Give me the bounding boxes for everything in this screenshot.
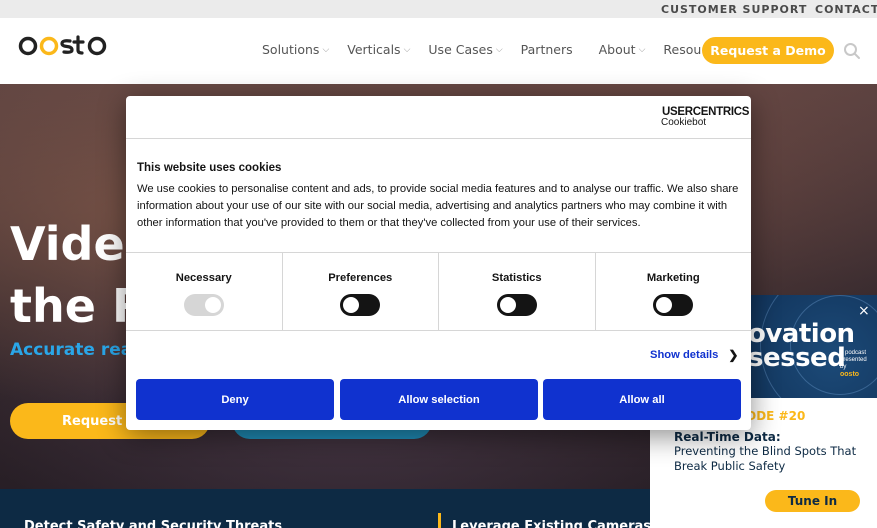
main-nav: Solutions ⌵ Verticals ⌵ Use Cases ⌵ Partner… [262,42,755,57]
category-preferences: Preferences [283,253,439,330]
nav-item-verticals[interactable]: Verticals ⌵ [347,42,410,57]
banner-title-line2: sessed [748,343,846,373]
chevron-down-icon: ⌵ [495,44,503,55]
category-necessary: Necessary [126,253,283,330]
necessary-toggle [183,294,224,316]
close-icon[interactable]: × [858,303,870,319]
episode-description: Preventing the Blind Spots That Break Pu… [674,444,857,473]
tune-in-button[interactable]: Tune In [765,490,860,512]
category-marketing: Marketing [596,253,752,330]
preferences-toggle[interactable] [340,294,381,316]
statistics-toggle[interactable] [496,294,537,316]
podcast-badge: a podcast presented by oosto [840,350,867,378]
episode-title: Real-Time Data: [674,430,781,444]
chevron-down-icon: ⌵ [638,44,646,55]
usercentrics-logo[interactable]: USERCENTRICS Cookiebot [660,106,749,128]
request-demo-button[interactable]: Request a Demo [702,37,834,64]
cookie-categories: Necessary Preferences Statistics Marketi… [126,252,751,331]
nav-item-partners[interactable]: Partners [521,42,573,57]
allow-all-button[interactable]: Allow all [543,379,741,420]
feature-band: Detect Safety and Security Threats Lever… [0,489,652,528]
site-header: Solutions ⌵ Verticals ⌵ Use Cases ⌵ Partner… [0,18,877,84]
feature-divider [438,513,441,528]
show-details-link[interactable]: Show details ❯ [650,348,738,362]
nav-item-use-cases[interactable]: Use Cases ⌵ [428,42,502,57]
category-statistics: Statistics [439,253,596,330]
deny-button[interactable]: Deny [136,379,334,420]
dialog-title: This website uses cookies [137,162,282,174]
hero-title-line1: Vide [10,217,125,271]
customer-support-link[interactable]: CUSTOMER SUPPORT [661,3,807,16]
search-icon[interactable] [843,42,861,60]
chevron-right-icon: ❯ [728,348,739,362]
marketing-toggle[interactable] [653,294,694,316]
allow-selection-button[interactable]: Allow selection [340,379,538,420]
nav-item-solutions[interactable]: Solutions ⌵ [262,42,329,57]
dialog-header: USERCENTRICS Cookiebot [126,96,751,139]
utility-bar: CUSTOMER SUPPORT CONTACT [0,0,877,18]
chevron-down-icon: ⌵ [322,44,330,55]
contact-link[interactable]: CONTACT [815,3,877,16]
hero-subtitle: Accurate rea [10,340,133,360]
cookie-consent-dialog: USERCENTRICS Cookiebot This website uses… [126,96,751,430]
nav-item-about[interactable]: About ⌵ [599,42,646,57]
feature-existing-cameras: Leverage Existing Cameras [452,519,652,528]
oosto-logo[interactable] [18,31,110,61]
chevron-down-icon: ⌵ [403,44,411,55]
dialog-description: We use cookies to personalise content an… [137,183,739,229]
episode-number: ODE #20 [746,409,806,423]
feature-detect-threats: Detect Safety and Security Threats [24,519,283,528]
